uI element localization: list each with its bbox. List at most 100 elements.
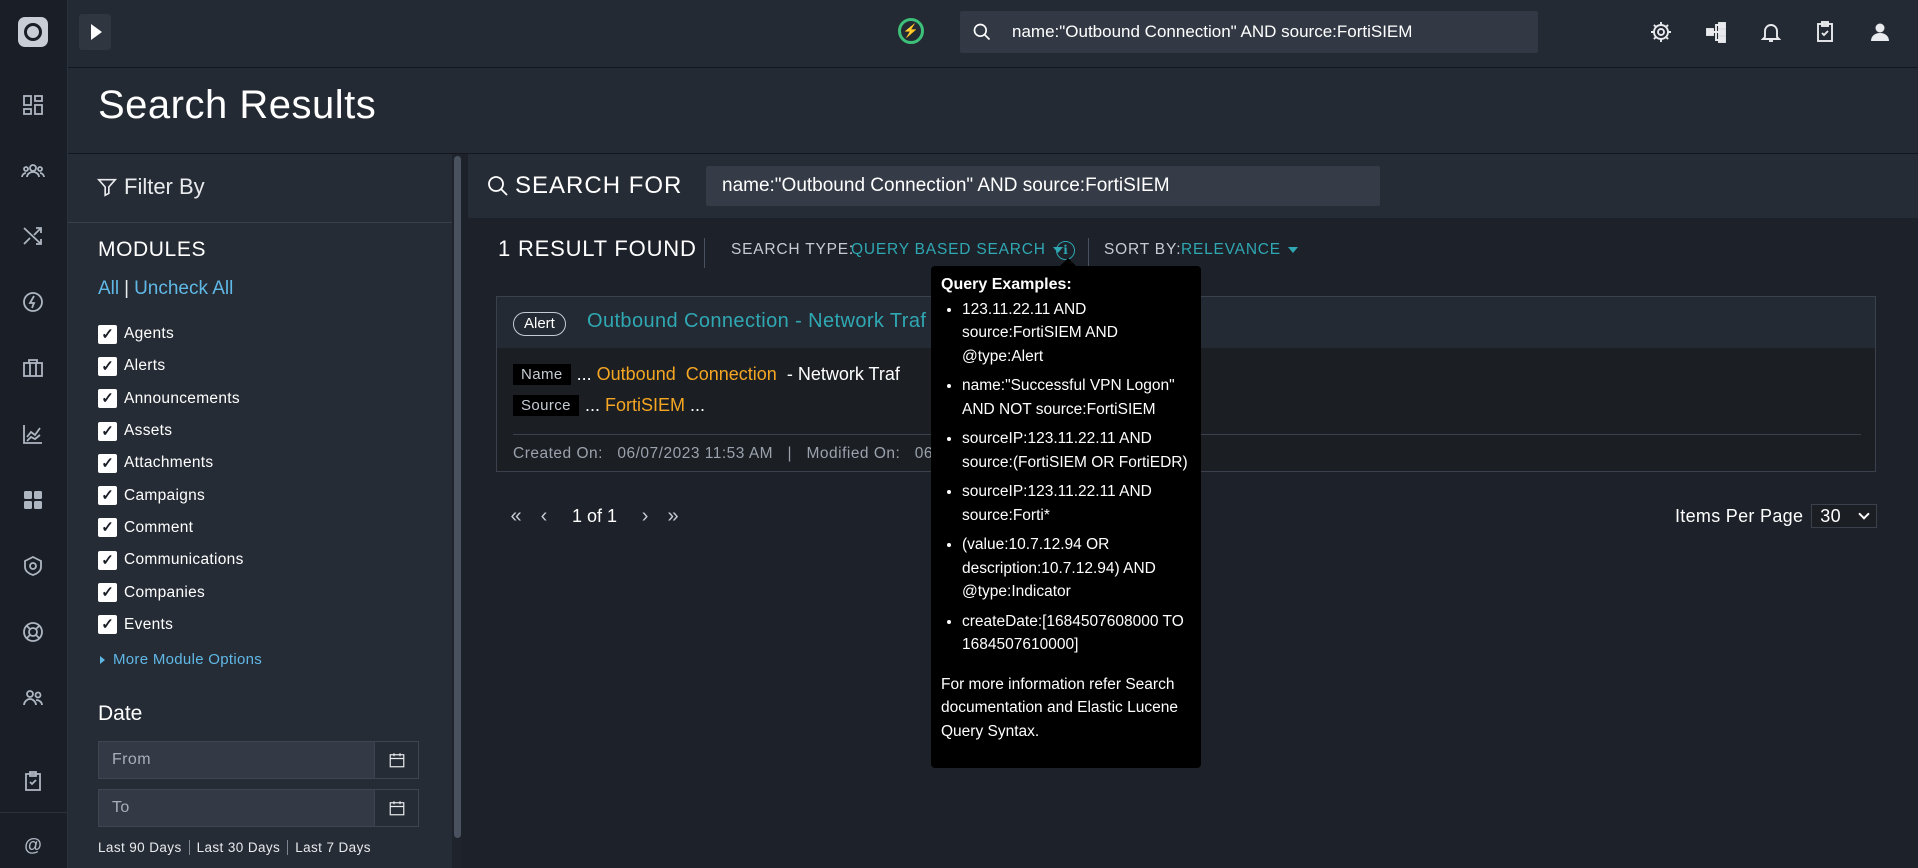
more-module-options-label: More Module Options: [113, 651, 263, 668]
field-tag: Name: [513, 364, 571, 385]
connection-status-icon[interactable]: ⚡: [898, 18, 924, 44]
query-examples-list: 123.11.22.11 AND source:FortiSIEM AND @t…: [941, 298, 1191, 657]
modified-label: Modified On:: [806, 445, 901, 462]
filter-title: Filter By: [96, 174, 205, 200]
next-page-icon[interactable]: ›: [631, 505, 659, 528]
sort-by-label: SORT BY:: [1104, 241, 1182, 258]
search-query-input[interactable]: name:"Outbound Connection" AND source:Fo…: [706, 166, 1380, 206]
calendar-icon[interactable]: [374, 790, 418, 826]
created-label: Created On:: [513, 445, 603, 462]
module-item-events[interactable]: ✓ Events: [98, 609, 244, 641]
checkbox-checked-icon[interactable]: ✓: [98, 615, 117, 635]
module-item-communications[interactable]: ✓ Communications: [98, 544, 244, 576]
query-example: createDate:[1684507608000 TO 16845076100…: [962, 610, 1191, 657]
briefcase-icon[interactable]: [19, 354, 47, 382]
meta-separator: |: [787, 445, 793, 462]
sort-by-dropdown[interactable]: RELEVANCE: [1181, 241, 1298, 259]
date-heading: Date: [98, 702, 143, 725]
left-nav-rail: @: [0, 0, 68, 868]
bolt-icon[interactable]: [19, 288, 47, 316]
app-logo-icon[interactable]: [18, 17, 48, 47]
search-type-label: SEARCH TYPE:: [731, 241, 855, 258]
module-item-campaigns[interactable]: ✓ Campaigns: [98, 479, 244, 511]
filter-title-label: Filter By: [124, 174, 205, 199]
lifebuoy-icon[interactable]: [19, 618, 47, 646]
page-indicator: 1 of 1: [572, 505, 618, 526]
module-item-assets[interactable]: ✓ Assets: [98, 415, 244, 447]
user-profile-icon[interactable]: [1865, 17, 1895, 47]
module-item-comment[interactable]: ✓ Comment: [98, 512, 244, 544]
first-page-icon[interactable]: «: [502, 505, 530, 528]
people-icon[interactable]: [19, 684, 47, 712]
clipboard-icon[interactable]: [19, 767, 47, 795]
filter-panel: Filter By MODULES All | Uncheck All ✓ Agent…: [68, 154, 452, 868]
checkbox-checked-icon[interactable]: ✓: [98, 324, 117, 344]
result-title-link[interactable]: Outbound Connection - Network Traf: [587, 310, 926, 333]
module-item-agents[interactable]: ✓ Agents: [98, 318, 244, 350]
select-all-link[interactable]: All: [98, 278, 119, 299]
shield-icon[interactable]: [19, 552, 47, 580]
sidebar-toggle-button[interactable]: [79, 14, 111, 50]
query-example: name:"Successful VPN Logon" AND NOT sour…: [962, 374, 1191, 421]
module-item-attachments[interactable]: ✓ Attachments: [98, 447, 244, 479]
query-example: sourceIP:123.11.22.11 AND source:Forti*: [962, 480, 1191, 527]
uncheck-all-link[interactable]: Uncheck All: [134, 278, 233, 299]
page-title: Search Results: [98, 83, 377, 127]
checkbox-checked-icon[interactable]: ✓: [98, 421, 117, 441]
filter-scrollbar-thumb[interactable]: [454, 156, 461, 838]
tooltip-footer: For more information refer Search docume…: [941, 675, 1178, 740]
items-per-page: Items Per Page 30: [1675, 504, 1878, 528]
settings-gear-icon[interactable]: [1646, 17, 1676, 47]
toolbar-divider: [1088, 238, 1089, 268]
search-icon: [488, 176, 508, 196]
items-per-page-select[interactable]: 30: [1811, 504, 1878, 528]
module-label: Communications: [124, 551, 244, 569]
checkbox-checked-icon[interactable]: ✓: [98, 518, 117, 538]
module-badge: Alert: [513, 312, 566, 336]
checkbox-checked-icon[interactable]: ✓: [98, 389, 117, 409]
dashboard-icon[interactable]: [19, 91, 47, 119]
chevron-down-icon: [1858, 507, 1870, 520]
quick-range-7-days[interactable]: Last 7 Days: [287, 840, 378, 855]
tasks-clipboard-icon[interactable]: [1810, 17, 1840, 47]
sort-by-value: RELEVANCE: [1181, 241, 1281, 258]
quick-range-90-days[interactable]: Last 90 Days: [98, 840, 189, 855]
checkbox-checked-icon[interactable]: ✓: [98, 583, 117, 603]
global-search-input[interactable]: name:"Outbound Connection" AND source:Fo…: [960, 11, 1538, 53]
more-module-options-link[interactable]: More Module Options: [100, 651, 262, 668]
result-meta: Created On: 06/07/2023 11:53 AM | Modifi…: [513, 445, 933, 463]
analytics-chart-icon[interactable]: [19, 420, 47, 448]
calendar-icon[interactable]: [374, 742, 418, 778]
module-item-companies[interactable]: ✓ Companies: [98, 576, 244, 608]
apps-grid-icon[interactable]: [19, 486, 47, 514]
query-example: (value:10.7.12.94 OR description:10.7.12…: [962, 533, 1191, 604]
groups-icon[interactable]: [19, 157, 47, 185]
query-example: 123.11.22.11 AND source:FortiSIEM AND @t…: [962, 298, 1191, 369]
search-for-label-row: SEARCH FOR: [486, 172, 682, 200]
modules-list: ✓ Agents ✓ Alerts ✓ Announcements ✓ Assets ✓…: [98, 318, 244, 641]
select-separator: |: [124, 278, 130, 299]
checkbox-checked-icon[interactable]: ✓: [98, 486, 117, 506]
hierarchy-icon[interactable]: [1701, 17, 1731, 47]
prev-page-icon[interactable]: ‹: [530, 505, 558, 528]
date-to-placeholder: To: [112, 799, 130, 816]
select-all-row: All | Uncheck All: [98, 278, 233, 300]
checkbox-checked-icon[interactable]: ✓: [98, 550, 117, 570]
date-from-input[interactable]: From: [98, 741, 419, 779]
checkbox-checked-icon[interactable]: ✓: [98, 356, 117, 376]
module-item-announcements[interactable]: ✓ Announcements: [98, 383, 244, 415]
quick-range-30-days[interactable]: Last 30 Days: [188, 840, 288, 855]
search-type-dropdown[interactable]: QUERY BASED SEARCH: [851, 241, 1063, 259]
module-label: Campaigns: [124, 486, 206, 504]
result-name-field: Name ... Outbound Connection - Network T…: [513, 364, 900, 385]
module-label: Events: [124, 615, 174, 633]
checkbox-checked-icon[interactable]: ✓: [98, 453, 117, 473]
at-icon[interactable]: @: [19, 831, 47, 859]
date-to-input[interactable]: To: [98, 789, 419, 827]
page-header: Search Results: [68, 68, 1918, 154]
search-for-bar: SEARCH FOR name:"Outbound Connection" AN…: [468, 154, 1918, 218]
last-page-icon[interactable]: »: [659, 505, 687, 528]
notifications-bell-icon[interactable]: [1756, 17, 1786, 47]
shuffle-icon[interactable]: [19, 222, 47, 250]
module-item-alerts[interactable]: ✓ Alerts: [98, 350, 244, 382]
